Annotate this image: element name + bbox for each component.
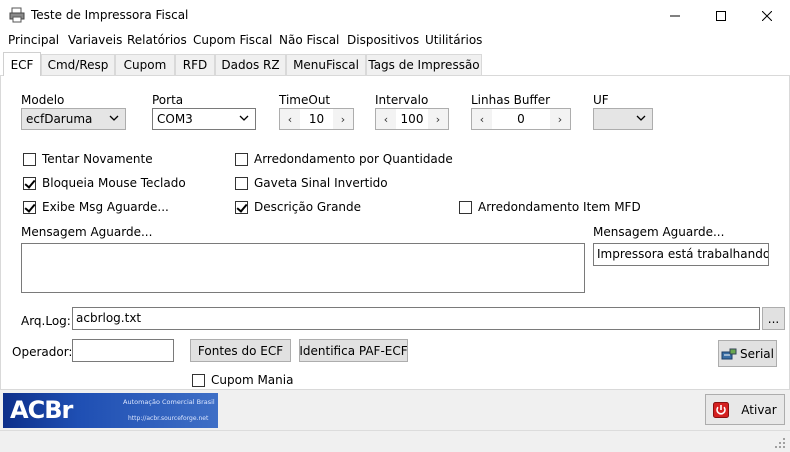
checkbox-box[interactable] — [192, 373, 205, 387]
checkbox-label: Exibe Msg Aguarde... — [42, 200, 169, 214]
close-button[interactable] — [744, 0, 790, 31]
porta-value: COM3 — [157, 112, 193, 126]
menu-utilitarios[interactable]: Utilitários — [425, 33, 482, 47]
operador-label: Operador: — [12, 345, 73, 359]
chevron-down-icon — [636, 115, 646, 121]
menu-relatorios[interactable]: Relatórios — [127, 33, 187, 47]
checkbox-box[interactable] — [235, 176, 248, 190]
mensagem-aguarde-label: Mensagem Aguarde... — [21, 225, 153, 239]
chevron-down-icon — [109, 115, 119, 121]
porta-label: Porta — [152, 93, 184, 107]
power-icon — [713, 401, 730, 418]
minimize-button[interactable] — [652, 0, 698, 31]
serial-button-label: Serial — [740, 346, 774, 361]
close-icon — [762, 10, 772, 21]
tab-rfd[interactable]: RFD — [175, 54, 215, 75]
ativar-button-label: Ativar — [741, 402, 777, 417]
checkbox-label: Descrição Grande — [254, 200, 362, 214]
checkbox-label: Gaveta Sinal Invertido — [254, 176, 388, 190]
chevron-down-icon — [239, 115, 249, 121]
maximize-icon — [716, 10, 726, 21]
checkbox-label: Arredondamento por Quantidade — [254, 152, 453, 166]
logo-tagline: Automação Comercial Brasil — [123, 398, 215, 406]
uf-select[interactable] — [593, 108, 653, 130]
increment-icon[interactable]: › — [550, 109, 570, 129]
increment-icon[interactable]: › — [428, 109, 448, 129]
printer-icon — [9, 7, 25, 23]
minimize-icon — [670, 15, 680, 16]
decrement-icon[interactable]: ‹ — [280, 109, 300, 129]
modelo-value: ecfDaruma — [26, 112, 93, 126]
browse-button[interactable]: ... — [762, 307, 785, 330]
checkbox-box[interactable] — [235, 152, 248, 166]
tab-menufiscal[interactable]: MenuFiscal — [286, 54, 366, 75]
ativar-button[interactable]: Ativar — [705, 394, 785, 425]
increment-icon[interactable]: › — [333, 109, 353, 129]
checkbox-label: Arredondamento Item MFD — [478, 200, 641, 214]
menu-dispositivos[interactable]: Dispositivos — [347, 33, 419, 47]
fontes-ecf-button[interactable]: Fontes do ECF — [190, 339, 291, 362]
linhas-buffer-label: Linhas Buffer — [471, 93, 551, 107]
window-title: Teste de Impressora Fiscal — [31, 8, 189, 22]
resize-grip-icon[interactable] — [774, 437, 786, 449]
gaveta-sinal-checkbox[interactable]: Gaveta Sinal Invertido — [235, 176, 388, 190]
mensagem-aguarde-input[interactable]: Impressora está trabalhando — [593, 243, 769, 266]
modelo-label: Modelo — [21, 93, 65, 107]
checkbox-box[interactable] — [235, 200, 248, 214]
timeout-spinner[interactable]: ‹ 10 › — [279, 108, 354, 130]
porta-select[interactable]: COM3 — [152, 108, 256, 130]
intervalo-value: 100 — [400, 112, 424, 126]
arredondamento-mfd-checkbox[interactable]: Arredondamento Item MFD — [459, 200, 641, 214]
status-bar — [0, 430, 790, 452]
acbr-logo: ACBr Automação Comercial Brasil http://a… — [3, 393, 218, 428]
menu-cupom-fiscal[interactable]: Cupom Fiscal — [193, 33, 272, 47]
tab-ecf[interactable]: ECF — [3, 52, 41, 76]
timeout-label: TimeOut — [279, 93, 331, 107]
intervalo-spinner[interactable]: ‹ 100 › — [375, 108, 449, 130]
checkbox-box[interactable] — [23, 200, 36, 214]
modelo-select[interactable]: ecfDaruma — [21, 108, 126, 130]
intervalo-label: Intervalo — [375, 93, 429, 107]
tab-cmd-resp[interactable]: Cmd/Resp — [41, 54, 115, 75]
serial-port-icon — [721, 348, 737, 359]
linhas-buffer-spinner[interactable]: ‹ 0 › — [471, 108, 571, 130]
exibe-msg-checkbox[interactable]: Exibe Msg Aguarde... — [23, 200, 169, 214]
tab-tags-impressao[interactable]: Tags de Impressão — [366, 54, 482, 75]
mensagem-aguarde-memo[interactable] — [21, 243, 585, 293]
decrement-icon[interactable]: ‹ — [472, 109, 492, 129]
operador-input[interactable] — [72, 339, 174, 362]
linhas-buffer-value: 0 — [517, 112, 525, 126]
cupom-mania-checkbox[interactable]: Cupom Mania — [192, 373, 293, 387]
serial-button[interactable]: Serial — [718, 340, 777, 367]
menu-variaveis[interactable]: Variaveis — [68, 33, 122, 47]
arq-log-input[interactable]: acbrlog.txt — [72, 307, 760, 330]
menu-principal[interactable]: Principal — [8, 33, 59, 47]
checkbox-label: Cupom Mania — [211, 373, 294, 387]
mensagem-aguarde-right-label: Mensagem Aguarde... — [593, 225, 725, 239]
timeout-value: 10 — [308, 112, 325, 126]
arq-log-label: Arq.Log: — [21, 314, 71, 328]
logo-brand: ACBr — [10, 396, 73, 424]
arredondamento-quantidade-checkbox[interactable]: Arredondamento por Quantidade — [235, 152, 453, 166]
identifica-paf-button[interactable]: Identifica PAF-ECF — [299, 339, 408, 362]
menu-nao-fiscal[interactable]: Não Fiscal — [279, 33, 339, 47]
decrement-icon[interactable]: ‹ — [376, 109, 396, 129]
uf-label: UF — [593, 93, 609, 107]
checkbox-label: Bloqueia Mouse Teclado — [42, 176, 186, 190]
checkbox-box[interactable] — [459, 200, 472, 214]
descricao-grande-checkbox[interactable]: Descrição Grande — [235, 200, 361, 214]
tab-dados-rz[interactable]: Dados RZ — [215, 54, 286, 75]
logo-url: http://acbr.sourceforge.net — [128, 415, 209, 422]
tentar-novamente-checkbox[interactable]: Tentar Novamente — [23, 152, 153, 166]
checkbox-box[interactable] — [23, 176, 36, 190]
checkbox-label: Tentar Novamente — [42, 152, 153, 166]
bloqueia-mouse-checkbox[interactable]: Bloqueia Mouse Teclado — [23, 176, 186, 190]
maximize-button[interactable] — [698, 0, 744, 31]
tab-cupom[interactable]: Cupom — [115, 54, 175, 75]
checkbox-box[interactable] — [23, 152, 36, 166]
